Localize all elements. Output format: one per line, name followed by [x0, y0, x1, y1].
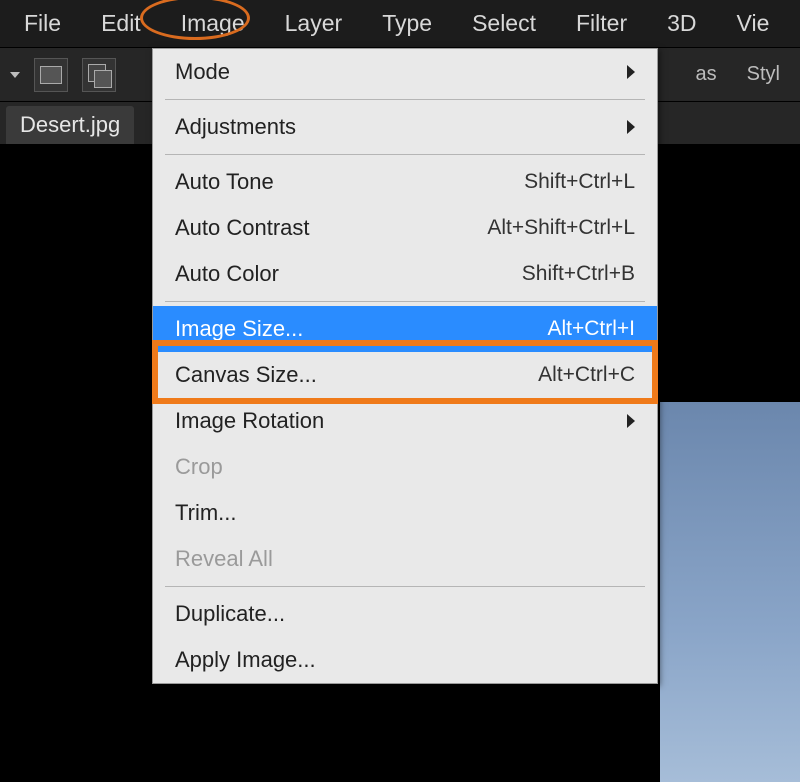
menu-3d[interactable]: 3D [647, 4, 716, 43]
tool-preset-picker[interactable] [10, 72, 20, 78]
menu-select[interactable]: Select [452, 4, 556, 43]
menu-item-reveal-all: Reveal All [153, 536, 657, 582]
menu-type[interactable]: Type [362, 4, 452, 43]
option-style[interactable]: Styl [747, 63, 780, 86]
menu-item-auto-contrast[interactable]: Auto Contrast Alt+Shift+Ctrl+L [153, 205, 657, 251]
menu-filter[interactable]: Filter [556, 4, 647, 43]
menu-item-adjustments[interactable]: Adjustments [153, 104, 657, 150]
layers-tool-icon[interactable] [82, 58, 116, 92]
menu-item-trim[interactable]: Trim... [153, 490, 657, 536]
menu-item-canvas-size[interactable]: Canvas Size... Alt+Ctrl+C [153, 352, 657, 398]
submenu-arrow-icon [627, 414, 635, 428]
submenu-arrow-icon [627, 65, 635, 79]
option-antialias[interactable]: as [696, 63, 717, 86]
shortcut-label: Alt+Ctrl+I [547, 317, 635, 341]
menubar: File Edit Image Layer Type Select Filter… [0, 0, 800, 48]
shortcut-label: Shift+Ctrl+B [522, 262, 635, 286]
shortcut-label: Alt+Shift+Ctrl+L [487, 216, 635, 240]
menu-separator [165, 586, 645, 587]
menu-item-mode[interactable]: Mode [153, 49, 657, 95]
shortcut-label: Alt+Ctrl+C [538, 363, 635, 387]
chevron-down-icon [10, 72, 20, 78]
menu-item-crop: Crop [153, 444, 657, 490]
menu-item-apply-image[interactable]: Apply Image... [153, 637, 657, 683]
shortcut-label: Shift+Ctrl+L [524, 170, 635, 194]
menu-item-duplicate[interactable]: Duplicate... [153, 591, 657, 637]
menu-file[interactable]: File [4, 4, 81, 43]
menu-layer[interactable]: Layer [265, 4, 363, 43]
menu-item-image-size[interactable]: Image Size... Alt+Ctrl+I [153, 306, 657, 352]
menu-separator [165, 154, 645, 155]
canvas-preview [660, 402, 800, 782]
menu-edit[interactable]: Edit [81, 4, 161, 43]
menu-separator [165, 301, 645, 302]
image-menu-dropdown: Mode Adjustments Auto Tone Shift+Ctrl+L … [152, 48, 658, 684]
document-tab[interactable]: Desert.jpg [6, 106, 134, 144]
menu-item-auto-color[interactable]: Auto Color Shift+Ctrl+B [153, 251, 657, 297]
menu-view[interactable]: Vie [717, 4, 790, 43]
menu-item-auto-tone[interactable]: Auto Tone Shift+Ctrl+L [153, 159, 657, 205]
menu-item-image-rotation[interactable]: Image Rotation [153, 398, 657, 444]
submenu-arrow-icon [627, 120, 635, 134]
marquee-tool-icon[interactable] [34, 58, 68, 92]
menu-separator [165, 99, 645, 100]
menu-image[interactable]: Image [161, 4, 265, 43]
